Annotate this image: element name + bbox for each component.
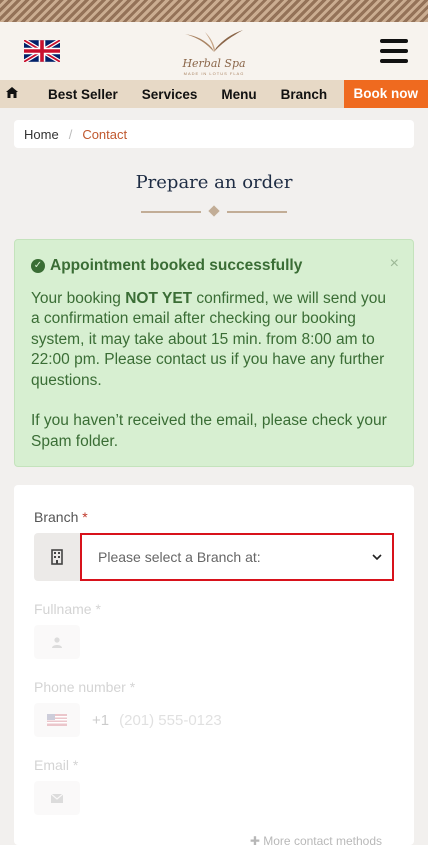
us-flag-icon[interactable] bbox=[34, 703, 80, 737]
phone-label: Phone number * bbox=[34, 679, 136, 695]
logo-text: Herbal Spa bbox=[182, 57, 246, 70]
alert-title-text: Appointment booked successfully bbox=[50, 257, 303, 274]
building-icon bbox=[34, 533, 80, 581]
close-icon[interactable]: × bbox=[390, 254, 399, 275]
nav-menu[interactable]: Menu bbox=[209, 87, 268, 102]
faded-fields: Fullname * Phone number * +1 (201) 555-0… bbox=[34, 601, 394, 815]
nav-branch[interactable]: Branch bbox=[269, 87, 340, 102]
fullname-label: Fullname * bbox=[34, 601, 101, 617]
uk-flag-icon[interactable] bbox=[24, 40, 60, 62]
alert-spam-note: If you haven’t received the email, pleas… bbox=[31, 412, 387, 450]
phone-row: +1 (201) 555-0123 bbox=[34, 703, 394, 737]
chevron-down-icon bbox=[372, 554, 382, 560]
branch-select[interactable]: Please select a Branch at: bbox=[80, 533, 394, 581]
breadcrumb-home[interactable]: Home bbox=[24, 127, 59, 142]
logo[interactable]: Herbal Spa MADE IN LOTUS FLAG bbox=[174, 22, 254, 80]
nav-services[interactable]: Services bbox=[130, 87, 210, 102]
decorative-top-band bbox=[0, 0, 428, 22]
envelope-icon bbox=[34, 781, 80, 815]
menu-hamburger-icon[interactable] bbox=[380, 39, 408, 63]
phone-input[interactable]: (201) 555-0123 bbox=[119, 712, 222, 729]
book-now-button[interactable]: Book now bbox=[343, 80, 428, 108]
title-ornament bbox=[141, 205, 287, 217]
alert-message: Your booking NOT YET confirmed, we will … bbox=[31, 289, 386, 389]
nav-best-seller[interactable]: Best Seller bbox=[24, 87, 130, 102]
email-label: Email * bbox=[34, 757, 79, 773]
branch-select-group: Please select a Branch at: bbox=[34, 533, 394, 581]
more-contact-methods-link[interactable]: ✚ More contact methods bbox=[250, 834, 382, 845]
page-title: Prepare an order bbox=[135, 172, 293, 193]
header: Herbal Spa MADE IN LOTUS FLAG bbox=[0, 22, 428, 80]
order-form: Branch * Please select a Branch at: Full… bbox=[14, 485, 414, 845]
breadcrumb: Home / Contact bbox=[14, 120, 414, 148]
success-alert: × ✓ Appointment booked successfully Your… bbox=[14, 239, 414, 467]
country-code: +1 bbox=[92, 711, 110, 729]
branch-select-placeholder: Please select a Branch at: bbox=[98, 549, 261, 565]
check-circle-icon: ✓ bbox=[31, 259, 45, 274]
logo-subtext: MADE IN LOTUS FLAG bbox=[183, 71, 245, 76]
home-icon[interactable] bbox=[0, 87, 24, 101]
breadcrumb-separator: / bbox=[68, 126, 73, 142]
user-icon bbox=[34, 625, 80, 659]
alert-title: ✓ Appointment booked successfully bbox=[31, 256, 397, 277]
breadcrumb-current: Contact bbox=[82, 126, 128, 142]
main-nav: Best Seller Services Menu Branch Book no… bbox=[0, 80, 428, 108]
branch-label: Branch * bbox=[34, 509, 88, 525]
alert-emphasis: NOT YET bbox=[125, 289, 193, 307]
